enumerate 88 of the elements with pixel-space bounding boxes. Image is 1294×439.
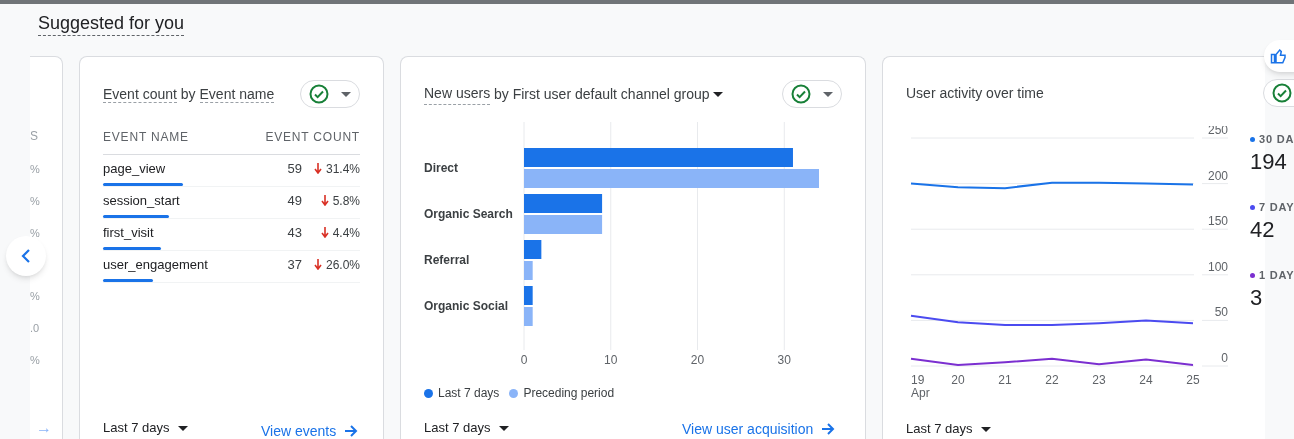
event-name-cell-text: user_engagement xyxy=(103,255,209,274)
thumbs-up-icon xyxy=(1270,47,1288,65)
date-range-dropdown[interactable]: Last 7 days xyxy=(424,420,509,436)
axis-tick-label: 30 xyxy=(777,353,791,367)
caret-icon xyxy=(713,91,724,97)
down-arrow-icon xyxy=(320,227,329,238)
axis-tick-label: 19 xyxy=(911,373,925,387)
date-range-dropdown[interactable]: Last 7 days xyxy=(103,420,188,436)
change-cell: 4.4% xyxy=(302,223,360,242)
legend-label: 1 DAY xyxy=(1259,268,1294,283)
legend-label: Last 7 days xyxy=(438,385,500,402)
view-link[interactable]: View events xyxy=(261,423,359,439)
card-title: User activity over time xyxy=(906,84,1044,103)
axis-tick-label: 0 xyxy=(1221,351,1228,365)
value-bar xyxy=(103,247,162,250)
column-header: EVENT NAME xyxy=(103,129,189,146)
count-cell-text: 37 xyxy=(286,255,302,274)
column-header: S xyxy=(30,128,38,145)
metric-value: 194 xyxy=(1250,147,1288,176)
caret-icon xyxy=(341,91,351,97)
bar xyxy=(524,286,533,305)
table-cell-text: % xyxy=(30,226,40,241)
caret-icon xyxy=(177,425,188,431)
chevron-left-icon xyxy=(20,249,32,263)
arrow-right-icon xyxy=(344,425,359,437)
axis-tick-label: 50 xyxy=(1214,305,1228,320)
table-cell-text: % xyxy=(30,353,40,368)
legend-label: 7 DAY xyxy=(1259,200,1294,215)
table-cell-text: .0 xyxy=(30,321,40,336)
down-arrow-icon xyxy=(320,195,329,206)
bar xyxy=(524,240,542,259)
check-circle-icon xyxy=(309,84,329,104)
axis-tick-label: 0 xyxy=(520,353,528,367)
section-title: Suggested for you xyxy=(38,13,185,36)
category-label: Organic Search xyxy=(424,207,513,221)
value-bar xyxy=(103,215,170,218)
axis-tick-label: 20 xyxy=(690,353,705,367)
bar xyxy=(524,307,533,326)
caret-icon xyxy=(823,91,833,97)
axis-tick-label: 200 xyxy=(1207,168,1228,183)
table-cell-text: % xyxy=(30,162,40,177)
axis-tick-label: 20 xyxy=(951,373,965,387)
caret-icon xyxy=(980,426,991,432)
card-title: New users by First user default channel group xyxy=(424,83,724,105)
category-label: Organic Social xyxy=(424,299,509,313)
change-cell: 5.8% xyxy=(302,191,360,210)
check-circle-icon xyxy=(791,84,811,104)
change-cell: 31.4% xyxy=(302,159,360,178)
caret-icon xyxy=(498,425,509,431)
event-name-cell-text: session_start xyxy=(103,191,181,210)
event-name-cell-text: page_view xyxy=(103,159,167,178)
back-button[interactable] xyxy=(6,236,46,276)
axis-tick-label: 10 xyxy=(604,353,618,367)
bar xyxy=(524,261,533,280)
category-label: Direct xyxy=(424,161,458,175)
metric-value: 3 xyxy=(1250,283,1264,312)
metric-value: 42 xyxy=(1250,215,1276,244)
change-cell: 26.0% xyxy=(302,255,360,274)
axis-tick-label: 24 xyxy=(1139,373,1153,387)
value-bar xyxy=(103,279,154,282)
status-dropdown[interactable] xyxy=(782,80,842,108)
axis-tick-label: 250 xyxy=(1207,126,1228,137)
check-circle-icon xyxy=(1272,83,1292,103)
down-arrow-icon xyxy=(313,259,322,270)
legend-label: 30 DA xyxy=(1259,132,1294,147)
category-label: Referral xyxy=(424,253,470,267)
legend-label: Preceding period xyxy=(523,385,615,402)
axis-tick-label: 25 xyxy=(1186,373,1200,387)
axis-tick-label: 21 xyxy=(998,373,1012,387)
card-title: Event count by Event name xyxy=(103,84,275,105)
count-cell-text: 43 xyxy=(286,223,302,242)
table-cell-text: % xyxy=(30,289,40,304)
count-cell-text: 59 xyxy=(286,159,302,178)
axis-tick-label: 22 xyxy=(1045,373,1059,387)
date-range-dropdown[interactable]: Last 7 days xyxy=(906,421,991,437)
thumbs-up-button[interactable] xyxy=(1264,40,1294,72)
table-cell-text: % xyxy=(30,194,40,209)
axis-tick-label: 100 xyxy=(1207,259,1228,274)
axis-tick-label: 23 xyxy=(1092,373,1106,387)
arrow-right-icon xyxy=(821,423,836,435)
count-cell-text: 49 xyxy=(286,191,302,210)
status-dropdown[interactable] xyxy=(300,80,360,108)
column-header: EVENT COUNT xyxy=(265,129,360,146)
event-name-cell-text: first_visit xyxy=(103,223,155,242)
down-arrow-icon xyxy=(313,163,322,174)
axis-tick-label: 150 xyxy=(1207,214,1228,229)
axis-month-label: Apr xyxy=(911,386,930,400)
view-link[interactable]: View user acquisition xyxy=(682,421,836,437)
